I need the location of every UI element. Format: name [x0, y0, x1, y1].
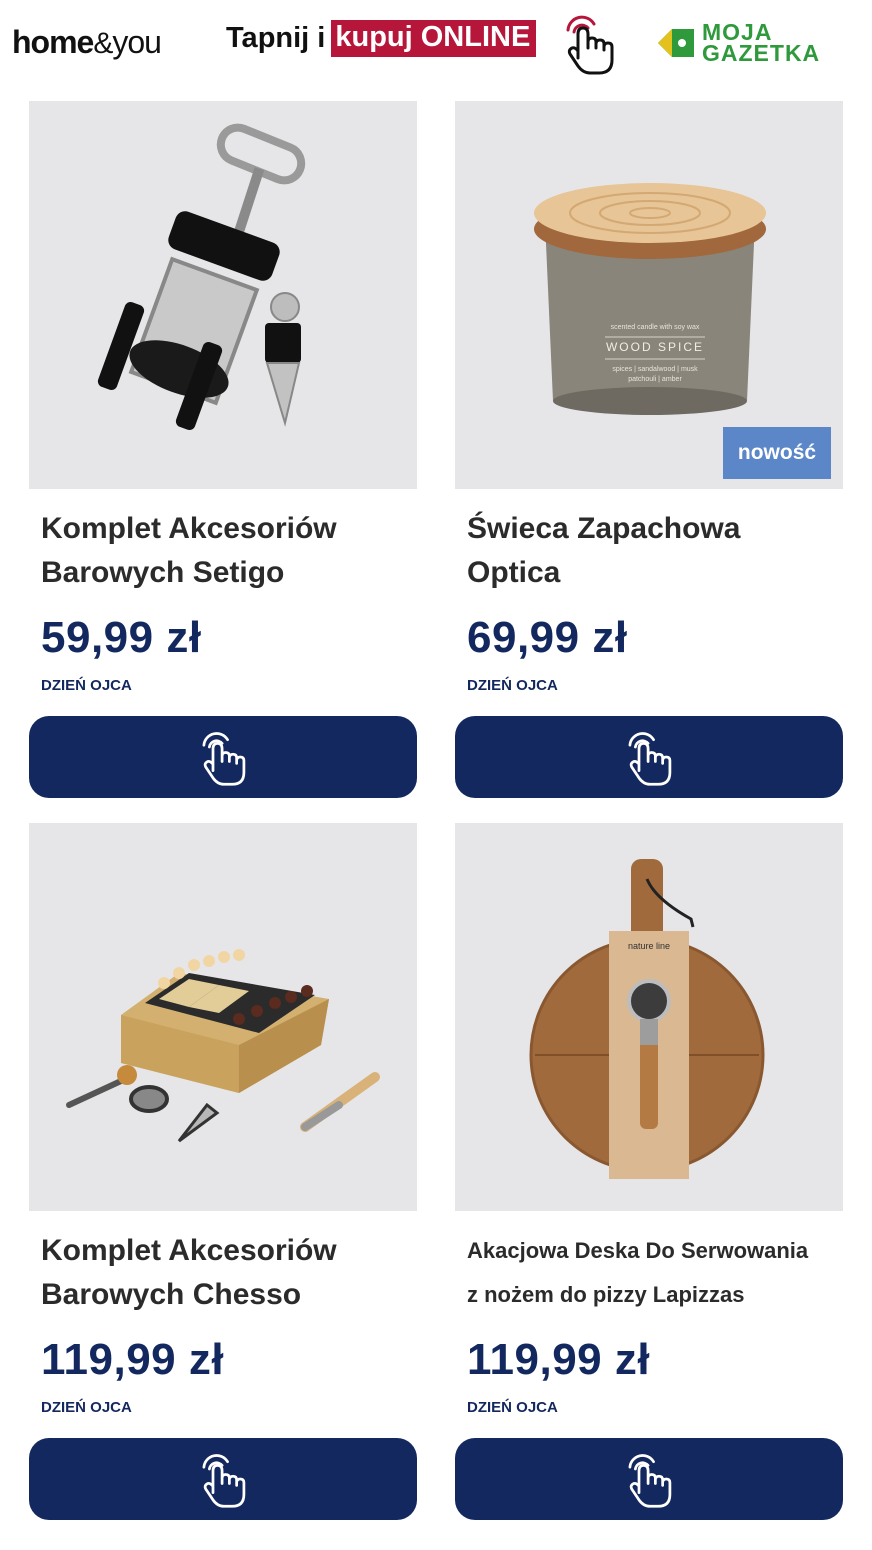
product-tag: DZIEŃ OJCA [41, 1399, 132, 1416]
brand-amp: & [93, 27, 113, 60]
product-price: 119,99 zł [41, 1335, 225, 1384]
shop-online-banner[interactable]: Tapnij i kupuj ONLINE [226, 20, 537, 57]
brand-logo[interactable]: home&you [12, 24, 162, 61]
buy-online-button[interactable] [29, 1438, 417, 1520]
tag-icon [658, 29, 694, 57]
candle-label-notes2: patchouli | amber [628, 376, 682, 383]
buy-online-button[interactable] [29, 716, 417, 798]
corkscrew-image[interactable] [29, 101, 417, 489]
product-card[interactable]: scented candle with soy wax WOOD SPICE s… [455, 101, 843, 798]
product-title[interactable]: Komplet Akcesoriów Barowych Setigo [41, 507, 413, 595]
gazetka-line2: GAZETKA [702, 40, 821, 66]
package-label: nature line [628, 941, 670, 951]
header: home&you Tapnij i kupuj ONLINE MOJA GAZE… [0, 0, 872, 90]
product-card[interactable]: nature line Akacjowa Deska Do Serwowania… [455, 823, 843, 1520]
new-badge: nowość [723, 427, 831, 479]
brand-home: home [12, 24, 94, 60]
product-title-line1: Akacjowa Deska Do Serwowania [467, 1238, 809, 1263]
tap-hand-icon [202, 1454, 246, 1508]
product-title-line2: z nożem do pizzy Lapizzas [467, 1282, 745, 1307]
candle-label-notes1: spices | sandalwood | musk [612, 366, 698, 373]
tap-hand-icon[interactable] [560, 10, 618, 76]
product-card[interactable]: Komplet Akcesoriów Barowych Chesso 119,9… [29, 823, 417, 1520]
buy-online-button[interactable] [455, 1438, 843, 1520]
serving-board-image[interactable]: nature line [455, 823, 843, 1211]
product-price: 59,99 zł [41, 613, 202, 662]
chess-set-image[interactable] [29, 823, 417, 1211]
product-title-line1: Komplet Akcesoriów [41, 1234, 337, 1267]
product-title-line2: Barowych Chesso [41, 1278, 302, 1311]
promo-prefix: Tapnij i [226, 22, 326, 54]
tap-hand-icon [628, 1454, 672, 1508]
product-title[interactable]: Komplet Akcesoriów Barowych Chesso [41, 1229, 413, 1317]
tap-hand-icon [202, 732, 246, 786]
product-tag: DZIEŃ OJCA [467, 1399, 558, 1416]
product-tag: DZIEŃ OJCA [467, 677, 558, 694]
product-title[interactable]: Akacjowa Deska Do Serwowania z nożem do … [467, 1229, 839, 1317]
product-title[interactable]: Świeca Zapachowa Optica [467, 507, 839, 595]
candle-label-big: WOOD SPICE [606, 340, 704, 354]
product-price: 119,99 zł [467, 1335, 651, 1384]
candle-label-small: scented candle with soy wax [611, 324, 700, 331]
product-price: 69,99 zł [467, 613, 628, 662]
brand-you: you [112, 24, 162, 60]
tap-hand-icon [628, 732, 672, 786]
product-title-line2: Optica [467, 556, 561, 589]
product-card[interactable]: Komplet Akcesoriów Barowych Setigo 59,99… [29, 101, 417, 798]
promo-highlight: kupuj ONLINE [331, 20, 537, 57]
product-title-line1: Komplet Akcesoriów [41, 512, 337, 545]
product-title-line1: Świeca Zapachowa [467, 512, 741, 545]
moja-gazetka-logo[interactable]: MOJA GAZETKA [656, 21, 821, 66]
product-title-line2: Barowych Setigo [41, 556, 285, 589]
candle-image[interactable]: scented candle with soy wax WOOD SPICE s… [455, 101, 843, 489]
product-tag: DZIEŃ OJCA [41, 677, 132, 694]
buy-online-button[interactable] [455, 716, 843, 798]
